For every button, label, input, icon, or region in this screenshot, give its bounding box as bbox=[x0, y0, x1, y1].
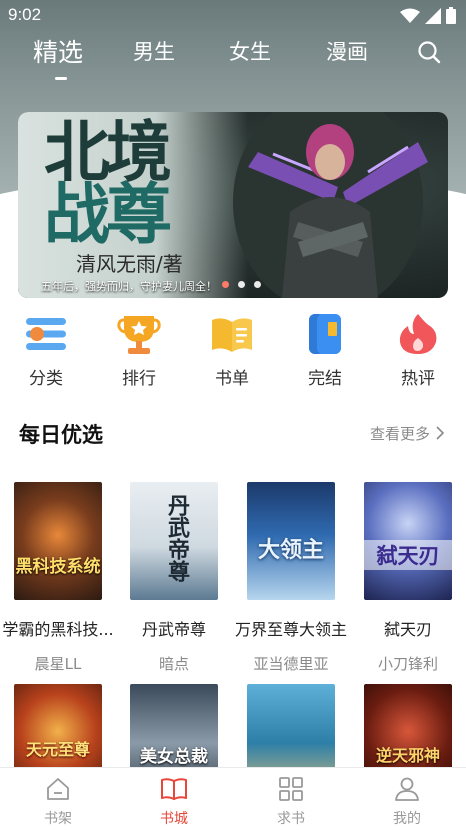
category-shortcuts: 分类 排行 书单 完结 热评 bbox=[0, 312, 466, 392]
book-title: 万界至尊大领主 bbox=[234, 620, 347, 639]
bottom-tab-request[interactable]: 求书 bbox=[251, 776, 331, 828]
tab-featured[interactable]: 精选 bbox=[33, 33, 83, 69]
wifi-icon bbox=[400, 8, 420, 23]
ranking-label: 排行 bbox=[122, 369, 156, 389]
finished-book-icon bbox=[309, 314, 341, 354]
book-cover: 黑科技系统 bbox=[14, 482, 102, 600]
book-open-icon bbox=[161, 778, 187, 800]
book-cover: 丹武帝尊 bbox=[130, 482, 218, 600]
bottom-tab-label: 我的 bbox=[393, 811, 421, 827]
flame-icon bbox=[399, 314, 437, 354]
tab-comics[interactable]: 漫画 bbox=[326, 36, 368, 66]
book-author: 小刀锋利 bbox=[377, 655, 438, 673]
cover-title: 美女总裁 bbox=[140, 747, 208, 767]
banner-dot[interactable] bbox=[238, 281, 245, 288]
book-title: 弑天刃 bbox=[383, 620, 432, 639]
bottom-tab-profile[interactable]: 我的 bbox=[367, 776, 447, 828]
banner-title-line2: 战尊 bbox=[44, 176, 172, 253]
ranking-button[interactable]: 排行 bbox=[99, 312, 179, 389]
hot-reviews-label: 热评 bbox=[401, 369, 435, 389]
bottom-tab-label: 书城 bbox=[160, 811, 188, 827]
bookshelf-icon bbox=[47, 778, 69, 800]
finished-button[interactable]: 完结 bbox=[285, 312, 365, 389]
book-card[interactable]: 丹武帝尊 丹武帝尊 暗点 bbox=[116, 482, 232, 674]
cover-title: 黑科技系统 bbox=[15, 557, 101, 577]
section-title: 每日优选 bbox=[19, 423, 103, 447]
banner-dot[interactable] bbox=[222, 281, 229, 288]
search-icon[interactable] bbox=[417, 40, 441, 64]
book-title: 丹武帝尊 bbox=[141, 620, 206, 639]
status-icons bbox=[400, 7, 456, 24]
category-button[interactable]: 分类 bbox=[6, 312, 86, 389]
bottom-tab-bookshelf[interactable]: 书架 bbox=[18, 776, 98, 828]
category-label: 分类 bbox=[29, 369, 63, 389]
book-title: 学霸的黑科技... bbox=[2, 620, 114, 639]
banner-title-line1: 北境 bbox=[44, 114, 172, 191]
banner-dot[interactable] bbox=[254, 281, 261, 288]
book-author: 暗点 bbox=[158, 655, 189, 673]
booklist-label: 书单 bbox=[215, 369, 249, 389]
banner-tagline: 五年后，强势而归，守护妻儿周全！ bbox=[41, 280, 217, 293]
booklist-icon bbox=[212, 318, 252, 352]
banner-book-title: 北境 战尊 bbox=[44, 114, 214, 253]
promo-banner[interactable]: 北境 战尊 清风无雨/著 五年后，强势而归，守护妻儿周全！ bbox=[18, 112, 448, 298]
see-more-link[interactable]: 查看更多 bbox=[370, 423, 445, 444]
cover-title: 逆天邪神 bbox=[375, 746, 440, 765]
banner-author: 清风无雨/著 bbox=[76, 252, 183, 276]
top-nav: 精选 男生 女生 漫画 bbox=[0, 36, 466, 80]
bottom-tab-label: 求书 bbox=[277, 811, 305, 827]
bottom-nav: 书架 书城 求书 我的 bbox=[0, 767, 466, 830]
book-cover: 弑天刃 bbox=[364, 482, 452, 600]
banner-pagination bbox=[222, 281, 261, 288]
chevron-right-icon bbox=[436, 426, 444, 440]
cover-title: 大领主 bbox=[257, 538, 324, 563]
finished-label: 完结 bbox=[308, 369, 342, 389]
battery-icon bbox=[446, 7, 456, 24]
book-cover: 大领主 bbox=[247, 482, 335, 600]
cover-title: 天元至尊 bbox=[25, 740, 90, 759]
grid-icon bbox=[279, 777, 303, 801]
category-icon bbox=[26, 318, 66, 350]
see-more-label: 查看更多 bbox=[370, 425, 431, 443]
book-author: 亚当德里亚 bbox=[253, 655, 329, 673]
cover-title: 弑天刃 bbox=[364, 540, 452, 570]
book-author: 晨星LL bbox=[34, 655, 82, 673]
hot-reviews-button[interactable]: 热评 bbox=[378, 312, 458, 389]
signal-icon bbox=[425, 7, 441, 24]
trophy-icon bbox=[117, 316, 161, 354]
status-time: 9:02 bbox=[8, 5, 42, 24]
user-icon bbox=[395, 777, 419, 801]
tab-female[interactable]: 女生 bbox=[229, 36, 271, 66]
tab-active-indicator bbox=[55, 77, 67, 80]
booklist-button[interactable]: 书单 bbox=[192, 312, 272, 389]
book-card[interactable]: 黑科技系统 学霸的黑科技... 晨星LL bbox=[0, 482, 116, 674]
bottom-tab-bookstore[interactable]: 书城 bbox=[134, 776, 214, 828]
cover-title: 丹武帝尊 bbox=[164, 494, 189, 582]
bottom-tab-label: 书架 bbox=[44, 811, 72, 827]
book-card[interactable]: 弑天刃 弑天刃 小刀锋利 bbox=[350, 482, 466, 674]
banner-character-image bbox=[233, 112, 428, 298]
book-card[interactable]: 大领主 万界至尊大领主 亚当德里亚 bbox=[233, 482, 349, 674]
status-bar: 9:02 bbox=[0, 0, 466, 32]
tab-male[interactable]: 男生 bbox=[133, 36, 175, 66]
